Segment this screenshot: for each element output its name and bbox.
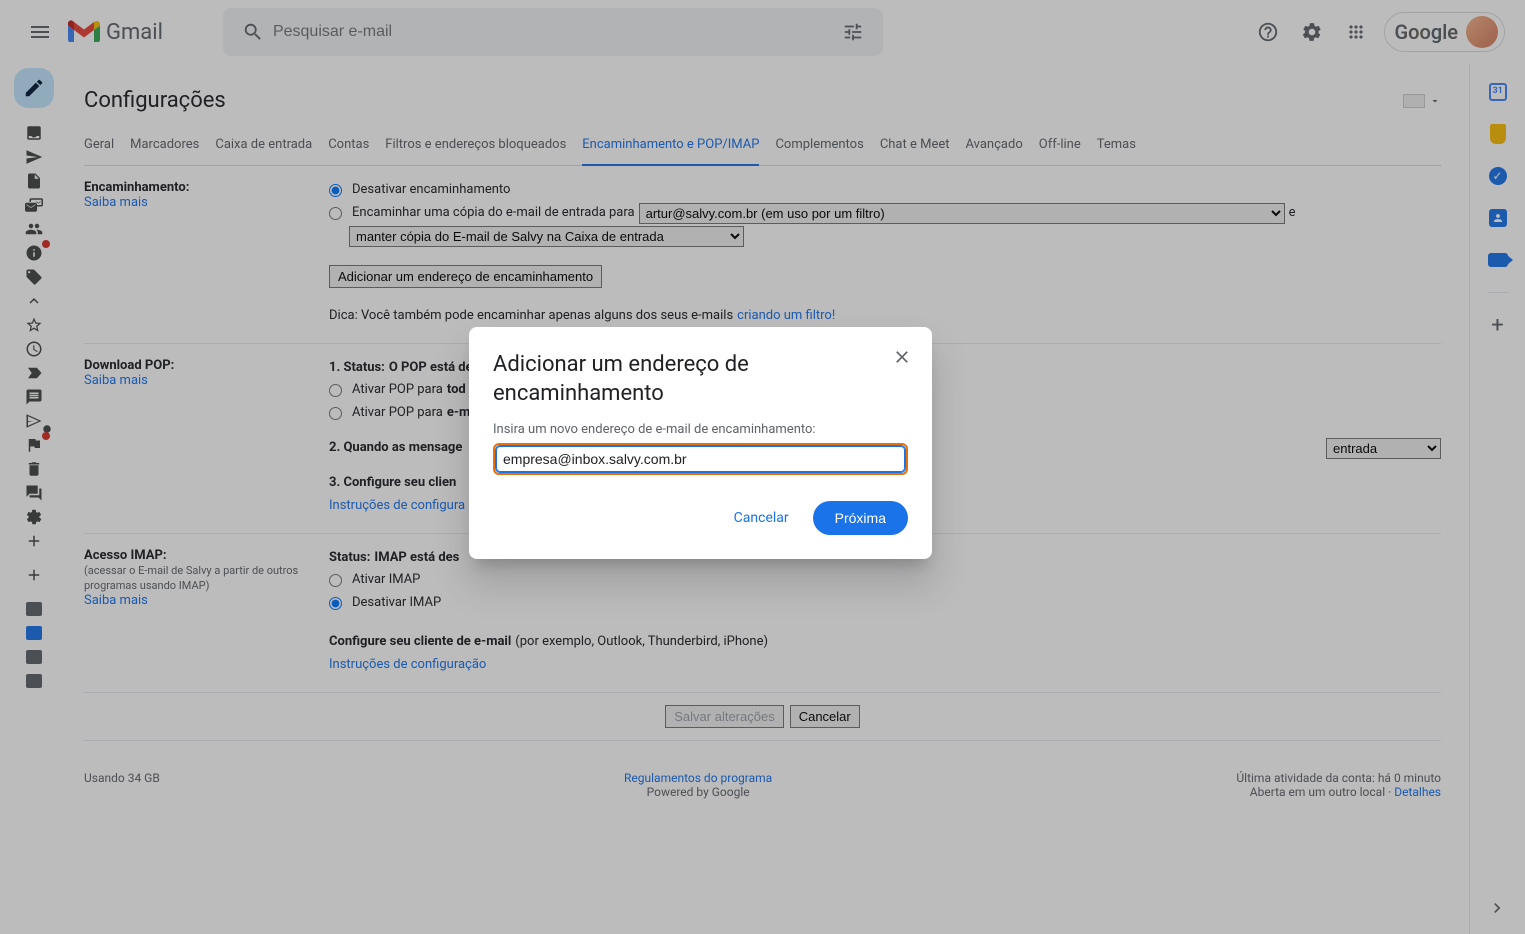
forwarding-email-input[interactable] xyxy=(496,446,905,472)
modal-input-highlight xyxy=(493,443,908,475)
close-icon xyxy=(892,347,912,367)
add-forwarding-modal: Adicionar um endereço de encaminhamento … xyxy=(469,327,932,559)
modal-title: Adicionar um endereço de encaminhamento xyxy=(493,351,908,408)
modal-close-button[interactable] xyxy=(890,345,914,369)
modal-cancel-button[interactable]: Cancelar xyxy=(722,502,801,534)
modal-next-button[interactable]: Próxima xyxy=(813,501,908,535)
modal-label: Insira um novo endereço de e-mail de enc… xyxy=(493,422,908,437)
